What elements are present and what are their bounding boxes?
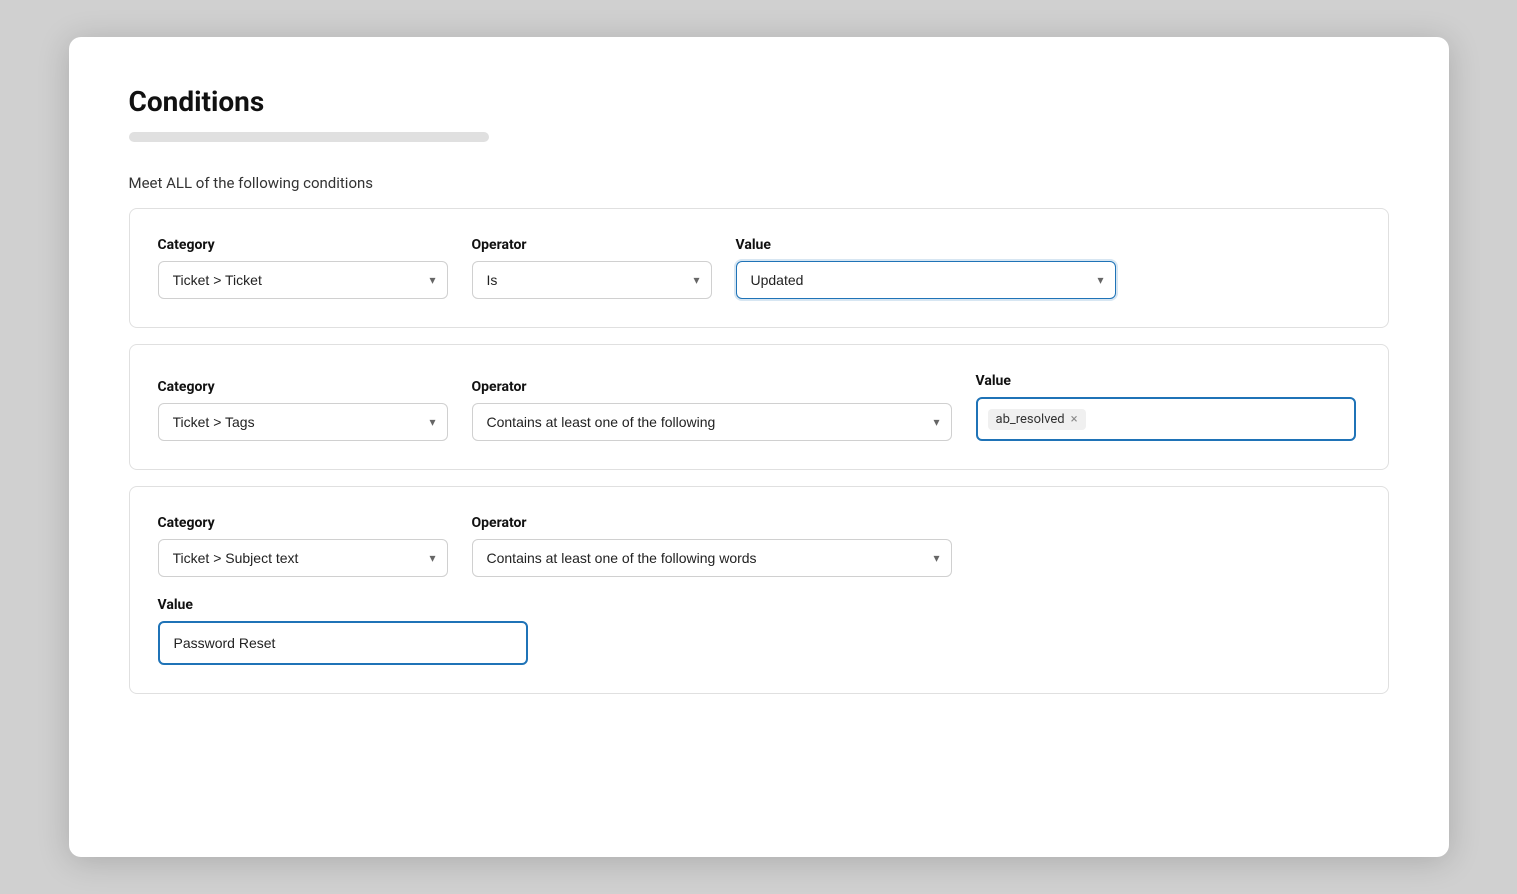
condition-card-2: Category Ticket > Ticket Ticket > Tags T… — [129, 344, 1389, 470]
category-select-wrapper-3: Ticket > Ticket Ticket > Tags Ticket > S… — [158, 539, 448, 577]
operator-select-wrapper-1: Is Is not ▾ — [472, 261, 712, 299]
operator-label-2: Operator — [472, 379, 952, 395]
field-group-operator-2: Operator Contains at least one of the fo… — [472, 379, 952, 441]
tag-chip-ab-resolved: ab_resolved × — [988, 409, 1086, 430]
category-label-3: Category — [158, 515, 448, 531]
progress-bar — [129, 132, 489, 142]
condition-row-2: Category Ticket > Ticket Ticket > Tags T… — [158, 373, 1360, 441]
category-label-1: Category — [158, 237, 448, 253]
value-label-1: Value — [736, 237, 1116, 253]
field-group-operator-3: Operator Contains at least one of the fo… — [472, 515, 952, 577]
condition-row-1: Category Ticket > Ticket Ticket > Tags T… — [158, 237, 1360, 299]
condition-card-1: Category Ticket > Ticket Ticket > Tags T… — [129, 208, 1389, 328]
category-select-wrapper-2: Ticket > Ticket Ticket > Tags Ticket > S… — [158, 403, 448, 441]
field-group-category-1: Category Ticket > Ticket Ticket > Tags T… — [158, 237, 448, 299]
operator-select-1[interactable]: Is Is not — [472, 261, 712, 299]
main-window: Conditions Meet ALL of the following con… — [69, 37, 1449, 857]
operator-select-3[interactable]: Contains at least one of the following w… — [472, 539, 952, 577]
category-select-1[interactable]: Ticket > Ticket Ticket > Tags Ticket > S… — [158, 261, 448, 299]
value-label-2: Value — [976, 373, 1356, 389]
tag-chip-close-icon[interactable]: × — [1071, 413, 1078, 426]
category-label-2: Category — [158, 379, 448, 395]
tag-input-field[interactable]: ab_resolved × — [976, 397, 1356, 441]
section-label: Meet ALL of the following conditions — [129, 174, 1389, 192]
operator-select-wrapper-2: Contains at least one of the following C… — [472, 403, 952, 441]
value-text-input[interactable] — [158, 621, 528, 665]
condition-card-3: Category Ticket > Ticket Ticket > Tags T… — [129, 486, 1389, 694]
value-select-1[interactable]: Updated Created Solved Assigned — [736, 261, 1116, 299]
field-group-value-2: Value ab_resolved × — [976, 373, 1356, 441]
field-group-value-1: Value Updated Created Solved Assigned ▾ — [736, 237, 1116, 299]
category-select-wrapper-1: Ticket > Ticket Ticket > Tags Ticket > S… — [158, 261, 448, 299]
value-select-wrapper-1: Updated Created Solved Assigned ▾ — [736, 261, 1116, 299]
condition-bottom-row-3: Value — [158, 597, 1360, 665]
operator-select-2[interactable]: Contains at least one of the following C… — [472, 403, 952, 441]
operator-select-wrapper-3: Contains at least one of the following w… — [472, 539, 952, 577]
field-group-operator-1: Operator Is Is not ▾ — [472, 237, 712, 299]
value-label-3: Value — [158, 597, 1360, 613]
page-title: Conditions — [129, 85, 1389, 118]
operator-label-1: Operator — [472, 237, 712, 253]
field-group-category-2: Category Ticket > Ticket Ticket > Tags T… — [158, 379, 448, 441]
operator-label-3: Operator — [472, 515, 952, 531]
category-select-3[interactable]: Ticket > Ticket Ticket > Tags Ticket > S… — [158, 539, 448, 577]
category-select-2[interactable]: Ticket > Ticket Ticket > Tags Ticket > S… — [158, 403, 448, 441]
field-group-category-3: Category Ticket > Ticket Ticket > Tags T… — [158, 515, 448, 577]
tag-chip-label: ab_resolved — [996, 412, 1065, 427]
condition-top-row-3: Category Ticket > Ticket Ticket > Tags T… — [158, 515, 1360, 577]
